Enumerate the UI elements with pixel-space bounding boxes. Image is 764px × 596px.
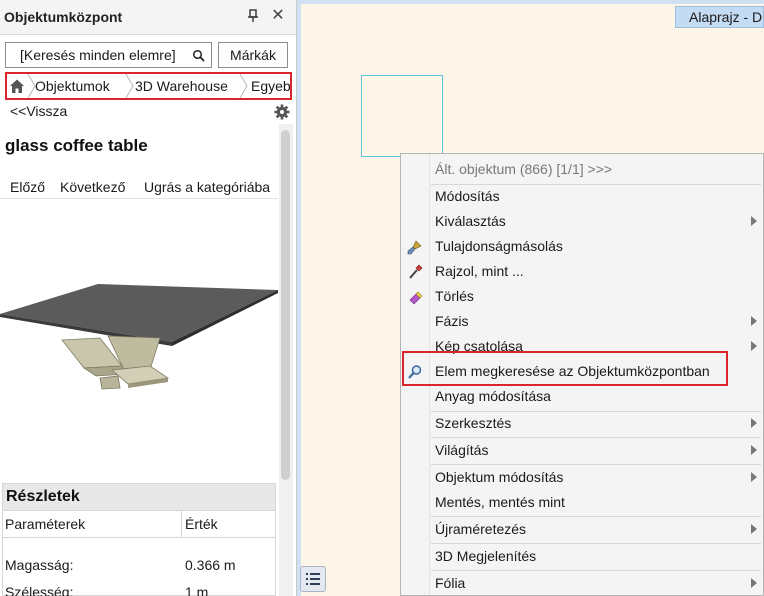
panel-header: Objektumközpont ✕ (0, 0, 296, 35)
menu-item-label: Kiválasztás (435, 213, 506, 229)
menu-item-label: Világítás (435, 442, 489, 458)
highlight-box (402, 351, 728, 386)
menu-item-change-material[interactable]: Anyag módosítása (401, 385, 763, 409)
menu-item-label: Tulajdonságmásolás (435, 238, 563, 254)
breadcrumb: Objektumok 3D Warehouse Egyeb (5, 72, 292, 100)
menu-item-phase[interactable]: Fázis (401, 310, 763, 334)
close-icon[interactable]: ✕ (270, 7, 286, 25)
list-icon (306, 573, 320, 585)
home-icon[interactable] (8, 77, 26, 95)
context-menu: Ált. objektum (866) [1/1] >>> Módosítás … (400, 153, 764, 596)
menu-item-label: Szerkesztés (435, 415, 512, 431)
header-divider (3, 537, 275, 538)
gear-icon[interactable] (274, 104, 290, 120)
list-menu-button[interactable] (300, 566, 326, 592)
menu-item-modify[interactable]: Módosítás (401, 185, 763, 209)
goto-category-link[interactable]: Ugrás a kategóriába (144, 179, 270, 195)
menu-item-label: 3D Megjelenítés (435, 548, 537, 564)
menu-item-layer[interactable]: Fólia (401, 572, 763, 595)
pin-icon[interactable] (246, 8, 260, 24)
panel-title: Objektumközpont (4, 9, 123, 25)
menu-header-label: Ált. objektum (866) [1/1] >>> (435, 161, 613, 177)
object-preview-image (0, 284, 278, 390)
back-link[interactable]: <<Vissza (10, 103, 67, 119)
item-navigation: Előző Következő Ugrás a kategóriába (0, 178, 278, 199)
submenu-arrow-icon (751, 472, 757, 482)
brush-icon (407, 239, 423, 255)
menu-item-draw-like[interactable]: Rajzol, mint ... (401, 260, 763, 284)
submenu-arrow-icon (751, 524, 757, 534)
menu-item-label: Anyag módosítása (435, 388, 551, 404)
menu-item-delete[interactable]: Törlés (401, 285, 763, 309)
search-icon[interactable] (192, 49, 206, 63)
selected-object-outline[interactable] (361, 75, 443, 157)
eraser-icon (407, 289, 423, 305)
menu-separator (431, 437, 761, 438)
brands-button[interactable]: Márkák (218, 42, 288, 68)
menu-item-label: Újraméretezés (435, 521, 527, 537)
object-center-panel: Objektumközpont ✕ [Keresés minden elemre… (0, 0, 297, 596)
menu-item-label: Törlés (435, 288, 474, 304)
row-width-value: 1 m (185, 584, 209, 596)
view-tab-floorplan[interactable]: Alaprajz - D (675, 6, 764, 28)
menu-item-resize[interactable]: Újraméretezés (401, 518, 763, 542)
menu-item-select[interactable]: Kiválasztás (401, 210, 763, 234)
menu-separator (431, 570, 761, 571)
details-table: Paraméterek Érték Magasság: 0.366 m Szél… (2, 511, 276, 596)
breadcrumb-other[interactable]: Egyeb (251, 78, 290, 94)
breadcrumb-separator (239, 74, 248, 98)
menu-item-label: Fólia (435, 575, 466, 591)
breadcrumb-3d-warehouse[interactable]: 3D Warehouse (135, 78, 228, 94)
menu-item-label: Objektum módosítás (435, 469, 564, 485)
row-height-value: 0.366 m (185, 557, 236, 573)
scroll-thumb[interactable] (281, 130, 290, 480)
menu-item-label: Rajzol, mint ... (435, 263, 524, 279)
breadcrumb-separator (125, 74, 134, 98)
eyedropper-icon (407, 264, 423, 280)
menu-item-label: Fázis (435, 313, 469, 329)
row-width-name: Szélesség: (5, 584, 74, 596)
item-title: glass coffee table (5, 136, 148, 155)
submenu-arrow-icon (751, 578, 757, 588)
submenu-arrow-icon (751, 341, 757, 351)
menu-separator (431, 543, 761, 544)
canvas-frame (297, 0, 301, 596)
menu-item-object-modify[interactable]: Objektum módosítás (401, 466, 763, 490)
column-header-parameters: Paraméterek (5, 516, 86, 532)
menu-item-edit[interactable]: Szerkesztés (401, 412, 763, 436)
menu-separator (431, 464, 761, 465)
menu-item-lighting[interactable]: Világítás (401, 439, 763, 463)
submenu-arrow-icon (751, 445, 757, 455)
details-title: Részletek (6, 488, 80, 505)
column-separator[interactable] (181, 511, 182, 537)
menu-header-object-info[interactable]: Ált. objektum (866) [1/1] >>> (401, 158, 763, 182)
submenu-arrow-icon (751, 216, 757, 226)
next-link[interactable]: Következő (60, 179, 125, 195)
menu-item-save-as[interactable]: Mentés, mentés mint (401, 491, 763, 515)
canvas-frame (297, 0, 764, 4)
menu-item-3d-display[interactable]: 3D Megjelenítés (401, 545, 763, 569)
panel-scrollbar[interactable] (279, 124, 293, 596)
menu-separator (431, 516, 761, 517)
menu-item-copy-properties[interactable]: Tulajdonságmásolás (401, 235, 763, 259)
breadcrumb-objects[interactable]: Objektumok (35, 78, 110, 94)
menu-item-label: Módosítás (435, 188, 500, 204)
submenu-arrow-icon (751, 316, 757, 326)
submenu-arrow-icon (751, 418, 757, 428)
prev-link[interactable]: Előző (10, 179, 45, 195)
search-input-value: [Keresés minden elemre] (20, 47, 176, 63)
row-height-name: Magasság: (5, 557, 74, 573)
menu-item-label: Mentés, mentés mint (435, 494, 565, 510)
column-header-value: Érték (185, 516, 218, 532)
details-section-header[interactable]: Részletek (2, 483, 276, 511)
search-input[interactable]: [Keresés minden elemre] (5, 42, 212, 68)
